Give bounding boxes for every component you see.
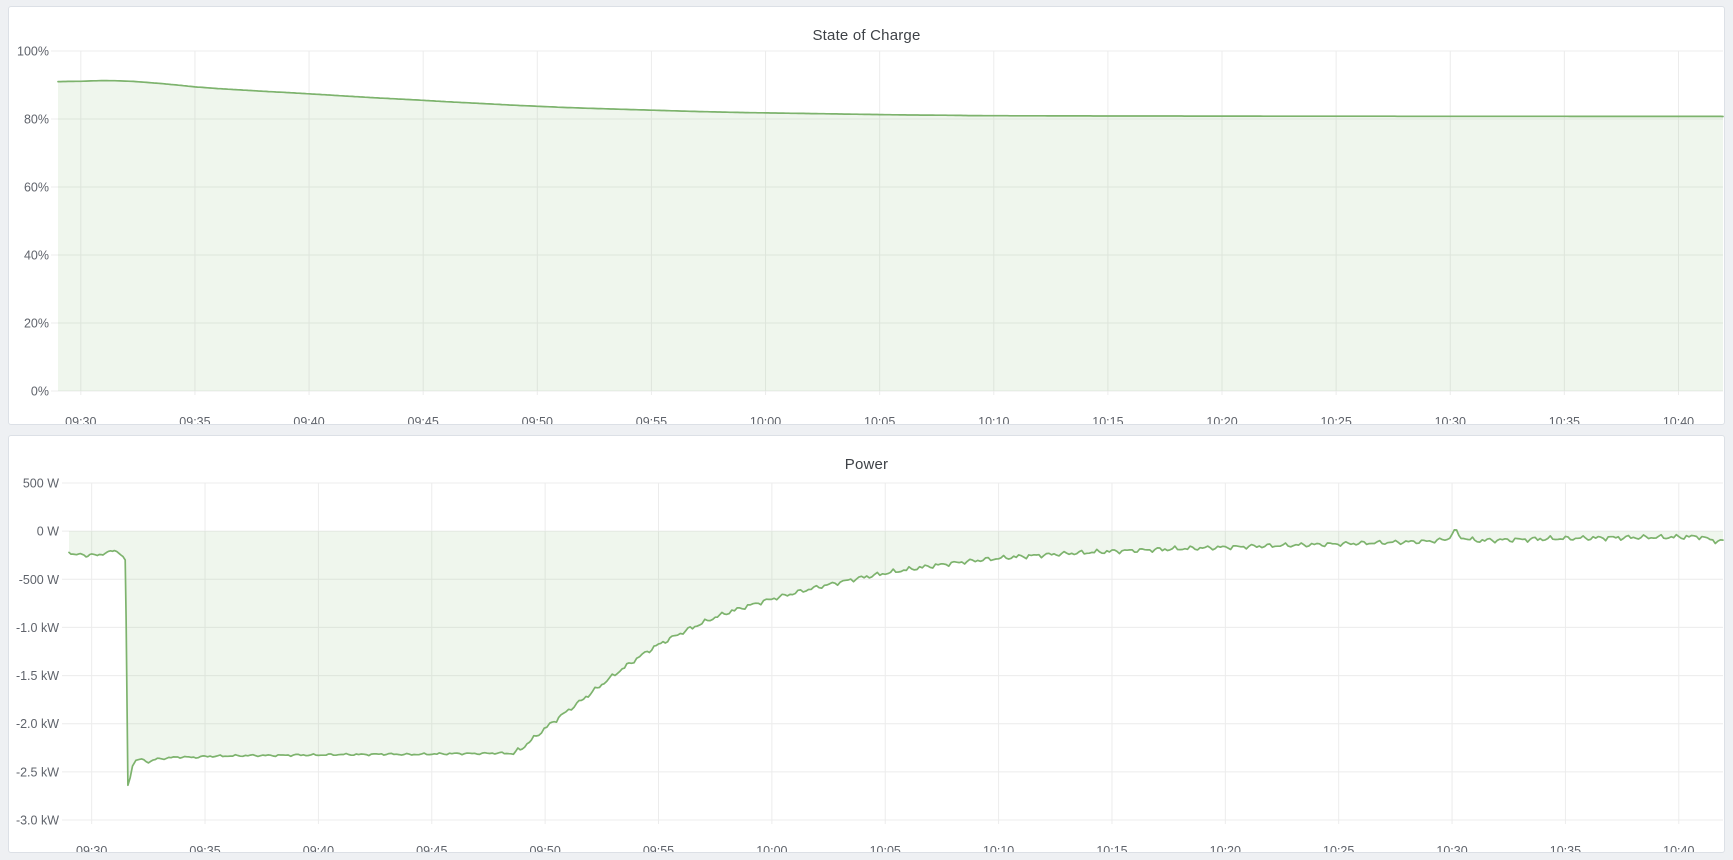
x-tick-label: 10:00 bbox=[756, 844, 787, 852]
y-tick-label: 60% bbox=[24, 181, 49, 195]
y-tick-label: 80% bbox=[24, 113, 49, 127]
y-tick-label: 40% bbox=[24, 249, 49, 263]
x-tick-label: 09:55 bbox=[636, 415, 667, 424]
state-of-charge-panel: State of Charge 100% 80% 60% 40% 20% 0% 09:30 0… bbox=[8, 6, 1725, 425]
x-tick-label: 10:20 bbox=[1210, 844, 1241, 852]
x-tick-label: 10:35 bbox=[1550, 844, 1581, 852]
x-tick-label: 09:45 bbox=[408, 415, 439, 424]
series-area-fill bbox=[58, 81, 1723, 391]
x-tick-label: 09:45 bbox=[416, 844, 447, 852]
power-chart[interactable]: 500 W 0 W -500 W -1.0 kW -1.5 kW -2.0 kW -2.5 … bbox=[9, 436, 1724, 852]
x-tick-label: 09:30 bbox=[65, 415, 96, 424]
y-tick-label: -2.0 kW bbox=[16, 717, 59, 731]
y-tick-label: -3.0 kW bbox=[16, 814, 59, 828]
x-tick-label: 10:40 bbox=[1663, 415, 1694, 424]
x-tick-label: 10:05 bbox=[864, 415, 895, 424]
y-tick-label: 0% bbox=[31, 385, 49, 399]
y-tick-label: 100% bbox=[17, 45, 49, 59]
power-panel: Power 500 W 0 W -500 W -1.0 kW -1.5 kW -2.0 k… bbox=[8, 435, 1725, 853]
x-tick-label: 10:30 bbox=[1436, 844, 1467, 852]
x-tick-label: 09:55 bbox=[643, 844, 674, 852]
x-tick-label: 10:20 bbox=[1206, 415, 1237, 424]
x-tick-label: 10:15 bbox=[1092, 415, 1123, 424]
y-tick-label: -1.5 kW bbox=[16, 669, 59, 683]
y-tick-label: 20% bbox=[24, 317, 49, 331]
x-tick-label: 09:40 bbox=[293, 415, 324, 424]
y-tick-label: -500 W bbox=[19, 573, 59, 587]
x-tick-label: 10:10 bbox=[983, 844, 1014, 852]
panel-title[interactable]: State of Charge bbox=[9, 27, 1724, 44]
x-tick-label: 10:25 bbox=[1320, 415, 1351, 424]
x-tick-label: 10:30 bbox=[1435, 415, 1466, 424]
x-tick-label: 09:35 bbox=[179, 415, 210, 424]
x-tick-label: 10:25 bbox=[1323, 844, 1354, 852]
x-tick-label: 10:10 bbox=[978, 415, 1009, 424]
series-area-fill bbox=[69, 530, 1723, 785]
state-of-charge-chart[interactable]: 100% 80% 60% 40% 20% 0% 09:30 09:35 09:40 09:45 09… bbox=[9, 7, 1724, 424]
y-tick-label: -1.0 kW bbox=[16, 621, 59, 635]
y-tick-label: 500 W bbox=[23, 477, 59, 491]
y-tick-label: 0 W bbox=[37, 525, 59, 539]
x-tick-label: 10:05 bbox=[870, 844, 901, 852]
x-tick-label: 09:30 bbox=[76, 844, 107, 852]
x-tick-label: 10:15 bbox=[1096, 844, 1127, 852]
grafana-dashboard: State of Charge 100% 80% 60% 40% 20% 0% 09:30 0… bbox=[0, 0, 1733, 860]
x-tick-label: 09:50 bbox=[529, 844, 560, 852]
x-tick-label: 10:00 bbox=[750, 415, 781, 424]
x-tick-label: 09:50 bbox=[522, 415, 553, 424]
x-tick-label: 09:35 bbox=[189, 844, 220, 852]
x-tick-label: 10:40 bbox=[1663, 844, 1694, 852]
panel-title[interactable]: Power bbox=[9, 456, 1724, 473]
x-tick-label: 10:35 bbox=[1549, 415, 1580, 424]
y-tick-label: -2.5 kW bbox=[16, 765, 59, 779]
x-tick-label: 09:40 bbox=[303, 844, 334, 852]
